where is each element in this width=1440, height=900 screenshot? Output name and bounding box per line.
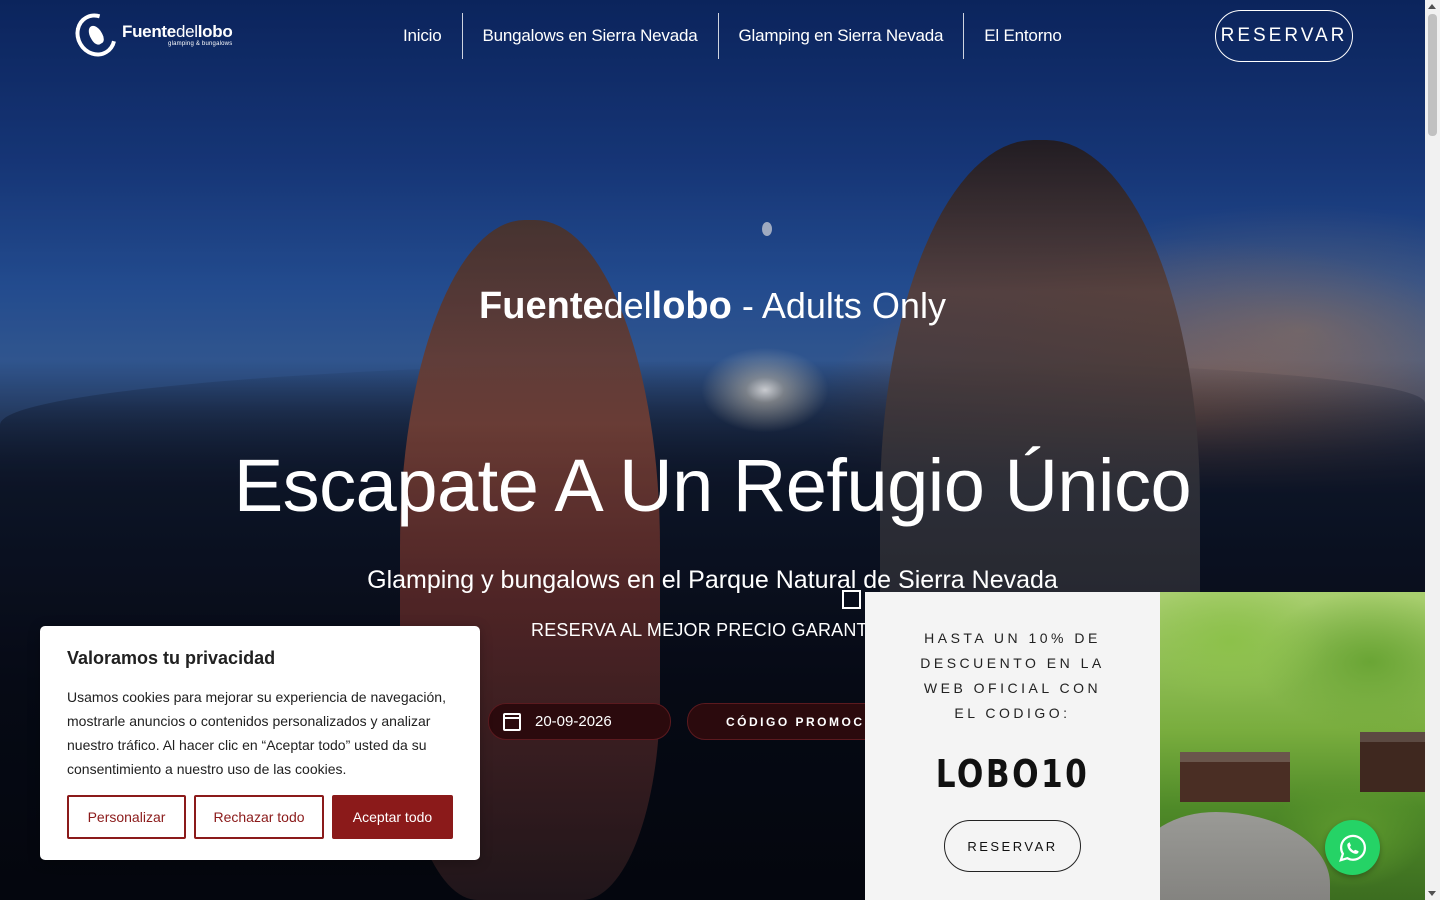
cookie-body: Usamos cookies para mejorar su experienc… — [67, 689, 446, 777]
cookie-reject-button[interactable]: Rechazar todo — [194, 795, 324, 839]
nav-item-inicio[interactable]: Inicio — [383, 13, 462, 59]
scroll-down-arrow[interactable] — [1428, 891, 1436, 896]
promo-code: LOBO10 — [935, 752, 1090, 796]
hero-headline: Escapate A Un Refugio Único — [233, 444, 1192, 527]
main-nav: Inicio Bungalows en Sierra Nevada Glampi… — [383, 13, 1082, 59]
checkin-date-field[interactable]: 20-09-2026 — [488, 703, 671, 740]
hero-brand: Fuentedellobo - Adults Only — [479, 285, 946, 327]
whatsapp-icon — [1338, 834, 1366, 862]
promo-reservar-button[interactable]: RESERVAR — [944, 820, 1081, 872]
hero-subheadline: Glamping y bungalows en el Parque Natura… — [367, 566, 1058, 594]
close-icon[interactable] — [842, 590, 861, 609]
promo-popup-text: HASTA UN 10% DE DESCUENTO EN LA WEB OFIC… — [920, 630, 1105, 721]
cookie-customize-button[interactable]: Personalizar — [67, 795, 186, 839]
wolf-logo-icon — [67, 5, 125, 65]
price-guarantee-text: RESERVA AL MEJOR PRECIO GARANTIZA — [531, 620, 897, 640]
nav-item-glamping[interactable]: Glamping en Sierra Nevada — [717, 13, 964, 59]
site-logo[interactable]: Fuentedellobo glamping & bungalows — [67, 5, 233, 65]
cookie-accept-button[interactable]: Aceptar todo — [332, 795, 453, 839]
checkin-date-value: 20-09-2026 — [535, 713, 612, 730]
scroll-thumb[interactable] — [1428, 14, 1437, 136]
promo-code-field[interactable]: CÓDIGO PROMOC — [687, 703, 887, 740]
calendar-icon — [503, 712, 521, 731]
cookie-title: Valoramos tu privacidad — [67, 648, 276, 668]
whatsapp-button[interactable] — [1325, 820, 1380, 875]
nav-item-bungalows[interactable]: Bungalows en Sierra Nevada — [461, 13, 718, 59]
reservar-button[interactable]: RESERVAR — [1215, 10, 1353, 62]
nav-item-entorno[interactable]: El Entorno — [963, 13, 1081, 59]
logo-tagline: glamping & bungalows — [168, 41, 233, 47]
promo-photo — [1160, 592, 1425, 900]
scroll-up-arrow[interactable] — [1428, 4, 1436, 9]
page-scrollbar[interactable] — [1425, 0, 1440, 900]
cookie-banner: Valoramos tu privacidad Usamos cookies p… — [40, 626, 480, 860]
